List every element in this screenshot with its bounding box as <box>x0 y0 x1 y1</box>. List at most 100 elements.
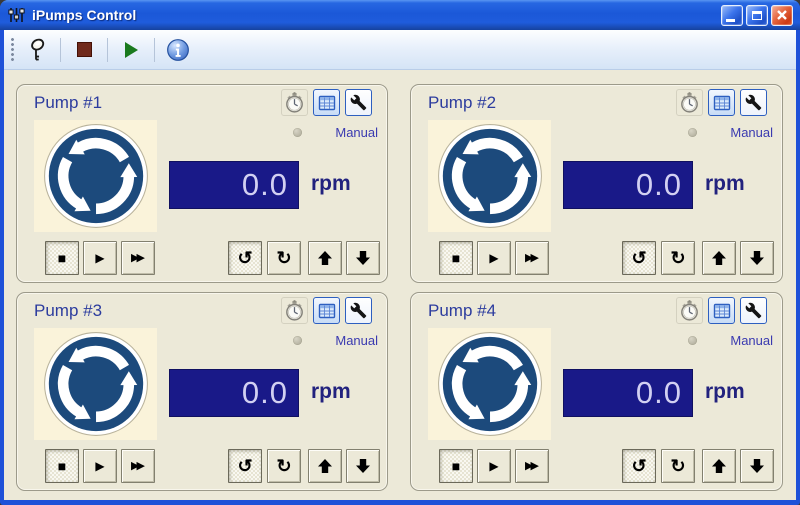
rotate-cw-icon: ↻ <box>670 249 685 267</box>
stop-icon: ■ <box>58 251 66 265</box>
pump-panel: Pump #1 Manual 0.0 rpm ■ ▶ <box>16 84 388 283</box>
panel-toolbuttons <box>676 89 767 116</box>
manual-label: Manual <box>335 333 378 348</box>
minimize-button[interactable] <box>721 5 743 26</box>
rotate-cw-button[interactable]: ↻ <box>661 449 695 483</box>
toolbar-grip[interactable] <box>10 37 15 63</box>
arrow-down-icon <box>355 250 371 266</box>
rpm-display: 0.0 <box>563 369 693 417</box>
timer-button[interactable] <box>281 297 308 324</box>
grid-display-icon <box>317 301 337 321</box>
settings-button[interactable] <box>740 89 767 116</box>
rotate-ccw-button[interactable]: ↺ <box>622 449 656 483</box>
fast-run-button[interactable]: ▶▶ <box>121 449 155 483</box>
play-icon: ▶ <box>95 460 104 472</box>
play-icon: ▶ <box>489 460 498 472</box>
speed-up-button[interactable] <box>308 241 342 275</box>
rotate-cw-button[interactable]: ↻ <box>267 449 301 483</box>
pump-title: Pump #2 <box>428 93 496 113</box>
display-mode-button[interactable] <box>313 297 340 324</box>
manual-label: Manual <box>730 333 773 348</box>
pump-rotor-icon <box>428 120 551 232</box>
app-window: iPumps Control Pump #1 <box>0 0 800 505</box>
stop-button[interactable]: ■ <box>45 449 79 483</box>
run-button[interactable]: ▶ <box>83 449 117 483</box>
timer-button[interactable] <box>676 297 703 324</box>
maximize-button[interactable] <box>746 5 768 26</box>
close-button[interactable] <box>771 5 793 26</box>
pump-rotor-icon <box>428 328 551 440</box>
stop-button[interactable]: ■ <box>45 241 79 275</box>
run-button[interactable]: ▶ <box>477 241 511 275</box>
fast-forward-icon: ▶▶ <box>131 253 145 264</box>
settings-button[interactable] <box>345 89 372 116</box>
manual-led <box>293 336 302 345</box>
rotate-cw-icon: ↻ <box>670 457 685 475</box>
manual-label: Manual <box>335 125 378 140</box>
panel-toolbuttons <box>676 297 767 324</box>
arrow-down-icon <box>355 458 371 474</box>
rotate-ccw-icon: ↺ <box>237 249 252 267</box>
arrow-down-icon <box>749 458 765 474</box>
speed-down-button[interactable] <box>346 449 380 483</box>
stopwatch-icon <box>679 92 700 113</box>
speed-down-button[interactable] <box>740 241 774 275</box>
pump-title: Pump #4 <box>428 301 496 321</box>
pump-title: Pump #3 <box>34 301 102 321</box>
rotate-ccw-icon: ↺ <box>631 249 646 267</box>
timer-button[interactable] <box>281 89 308 116</box>
speed-down-button[interactable] <box>346 241 380 275</box>
pump-panel: Pump #4 Manual 0.0 rpm ■ ▶ <box>410 292 783 491</box>
fast-forward-icon: ▶▶ <box>131 461 145 472</box>
start-all-button[interactable] <box>116 35 146 65</box>
rotate-ccw-button[interactable]: ↺ <box>622 241 656 275</box>
rpm-unit-label: rpm <box>705 172 745 196</box>
rotate-cw-icon: ↻ <box>276 249 291 267</box>
fast-run-button[interactable]: ▶▶ <box>515 449 549 483</box>
stopwatch-icon <box>284 92 305 113</box>
rotate-cw-button[interactable]: ↻ <box>661 241 695 275</box>
stopwatch-icon <box>679 300 700 321</box>
speed-up-button[interactable] <box>702 241 736 275</box>
stop-button[interactable]: ■ <box>439 241 473 275</box>
window-controls <box>721 5 793 26</box>
stopwatch-icon <box>284 300 305 321</box>
manual-led <box>688 336 697 345</box>
wrench-icon <box>350 94 367 111</box>
arrow-up-icon <box>711 458 727 474</box>
speed-up-button[interactable] <box>308 449 342 483</box>
stop-icon: ■ <box>452 251 460 265</box>
fast-run-button[interactable]: ▶▶ <box>515 241 549 275</box>
speed-up-button[interactable] <box>702 449 736 483</box>
rotate-cw-button[interactable]: ↻ <box>267 241 301 275</box>
toolbar <box>4 30 796 70</box>
close-icon <box>773 6 791 24</box>
wrench-icon <box>745 302 762 319</box>
rotate-ccw-button[interactable]: ↺ <box>228 241 262 275</box>
rpm-unit-label: rpm <box>311 172 351 196</box>
rpm-value: 0.0 <box>636 375 682 411</box>
run-button[interactable]: ▶ <box>83 241 117 275</box>
rotate-ccw-button[interactable]: ↺ <box>228 449 262 483</box>
speed-down-button[interactable] <box>740 449 774 483</box>
info-icon <box>166 38 190 62</box>
info-button[interactable] <box>163 35 193 65</box>
timer-button[interactable] <box>676 89 703 116</box>
grid-display-icon <box>712 93 732 113</box>
display-mode-button[interactable] <box>313 89 340 116</box>
display-mode-button[interactable] <box>708 297 735 324</box>
key-icon <box>24 37 50 63</box>
toolbar-separator <box>60 38 61 62</box>
minimize-icon <box>726 19 735 22</box>
settings-button[interactable] <box>740 297 767 324</box>
stop-button[interactable]: ■ <box>439 449 473 483</box>
fast-run-button[interactable]: ▶▶ <box>121 241 155 275</box>
connect-key-button[interactable] <box>22 35 52 65</box>
settings-button[interactable] <box>345 297 372 324</box>
titlebar: iPumps Control <box>0 0 800 30</box>
display-mode-button[interactable] <box>708 89 735 116</box>
stop-all-button[interactable] <box>69 35 99 65</box>
run-button[interactable]: ▶ <box>477 449 511 483</box>
maximize-icon <box>752 11 762 20</box>
arrow-up-icon <box>317 458 333 474</box>
